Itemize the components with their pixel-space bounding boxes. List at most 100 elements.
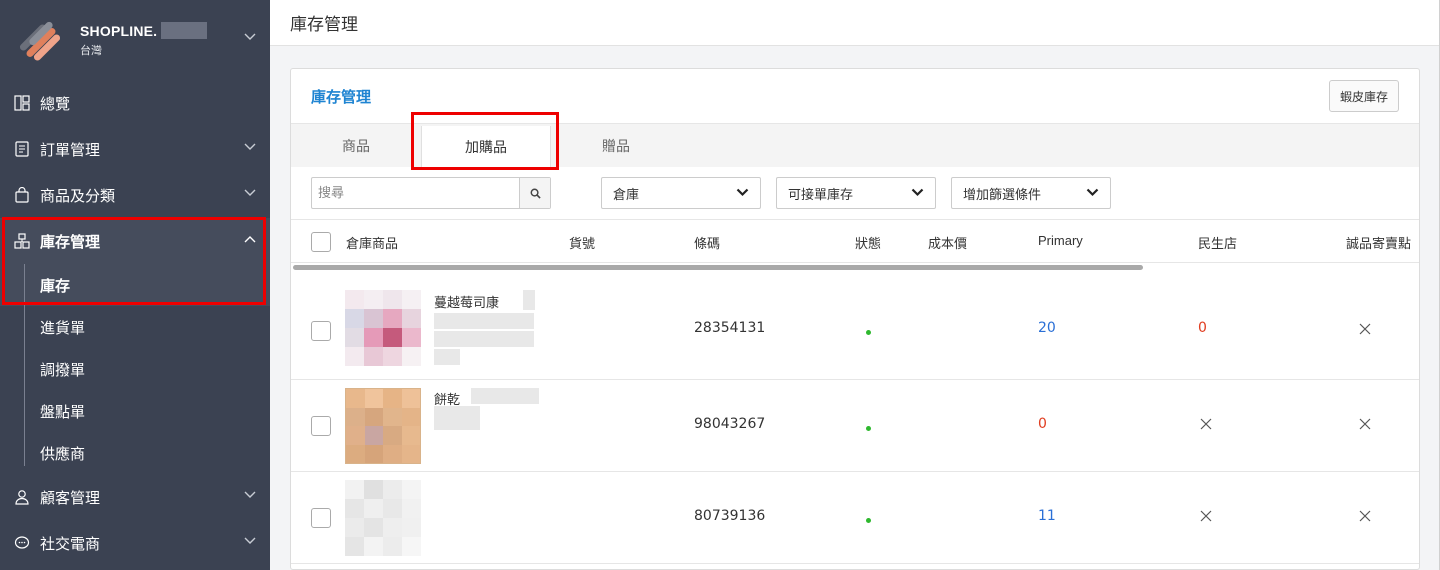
nav-social-commerce[interactable]: 社交電商 bbox=[0, 520, 270, 566]
close-x-icon bbox=[1359, 323, 1371, 335]
chevron-down-icon bbox=[244, 33, 256, 40]
orderable-stock-label: 可接單庫存 bbox=[788, 187, 854, 203]
chevron-down-icon bbox=[1086, 188, 1099, 197]
close-x-icon bbox=[1200, 418, 1212, 430]
primary-stock[interactable]: 20 bbox=[1038, 320, 1056, 336]
nav-stocktake-label: 盤點單 bbox=[40, 402, 86, 421]
filter-bar: 倉庫 可接單庫存 增加篩選條件 bbox=[291, 167, 1419, 219]
nav-purchase-orders[interactable]: 進貨單 bbox=[0, 306, 270, 348]
tab-gifts[interactable]: 贈品 bbox=[571, 124, 661, 168]
inventory-card: 庫存管理 蝦皮庫存 商品 加購品 贈品 倉庫 可接單庫存 bbox=[290, 68, 1420, 570]
table-row: 80739136 11 bbox=[291, 472, 1419, 564]
primary-stock[interactable]: 11 bbox=[1038, 508, 1056, 524]
redacted-text bbox=[434, 331, 534, 347]
column-header[interactable]: 條碼 bbox=[694, 233, 720, 252]
sidebar: SHOPLINE. 台灣 總覽 訂單管理 商品及分類 庫存管理 庫存 進貨單 調… bbox=[0, 0, 270, 570]
warehouse-dropdown-label: 倉庫 bbox=[613, 187, 640, 203]
user-icon bbox=[14, 489, 30, 505]
chevron-down-icon bbox=[244, 143, 256, 150]
nav-transfer-orders[interactable]: 調撥單 bbox=[0, 348, 270, 390]
chevron-down-icon bbox=[244, 491, 256, 498]
product-thumbnail[interactable] bbox=[345, 388, 421, 464]
barcode: 28354131 bbox=[694, 320, 766, 336]
product-name[interactable]: 蔓越莓司康 bbox=[434, 292, 499, 311]
close-x-icon bbox=[1200, 510, 1212, 522]
column-header[interactable]: 倉庫商品 bbox=[346, 233, 398, 252]
redacted-text bbox=[434, 349, 460, 365]
redacted-text bbox=[523, 290, 535, 310]
chevron-down-icon bbox=[244, 189, 256, 196]
card-title: 庫存管理 bbox=[311, 87, 372, 106]
nav-social-label: 社交電商 bbox=[40, 534, 101, 553]
nav-products[interactable]: 商品及分類 bbox=[0, 172, 270, 218]
nav-overview[interactable]: 總覽 bbox=[0, 80, 270, 126]
redacted-text bbox=[434, 313, 534, 329]
row-checkbox[interactable] bbox=[311, 321, 331, 341]
minsheng-stock[interactable]: 0 bbox=[1198, 320, 1207, 336]
nav-products-label: 商品及分類 bbox=[40, 186, 116, 205]
table-header: 倉庫商品 貨號 條碼 狀態 成本價 Primary 民生店 誠品寄賣點 bbox=[291, 219, 1419, 263]
shopee-inventory-button[interactable]: 蝦皮庫存 bbox=[1329, 80, 1399, 112]
product-thumbnail[interactable] bbox=[345, 290, 421, 366]
chevron-down-icon bbox=[911, 188, 924, 197]
primary-stock[interactable]: 0 bbox=[1038, 416, 1047, 432]
search-box bbox=[311, 177, 551, 209]
redacted-text bbox=[434, 406, 480, 422]
product-thumbnail[interactable] bbox=[345, 480, 421, 556]
redacted-text bbox=[471, 388, 539, 404]
select-all-checkbox[interactable] bbox=[311, 232, 331, 252]
status-active-dot bbox=[866, 518, 871, 523]
main-content: 庫存管理 庫存管理 蝦皮庫存 商品 加購品 贈品 倉庫 可接單庫存 bbox=[270, 0, 1440, 570]
column-header[interactable]: 民生店 bbox=[1198, 233, 1237, 252]
highlight-box-inventory bbox=[2, 217, 266, 305]
tab-products[interactable]: 商品 bbox=[311, 124, 401, 168]
bag-icon bbox=[14, 187, 30, 203]
nav-orders-label: 訂單管理 bbox=[40, 140, 101, 159]
column-header[interactable]: Primary bbox=[1038, 233, 1083, 248]
nav-purchase-label: 進貨單 bbox=[40, 318, 86, 337]
row-checkbox[interactable] bbox=[311, 416, 331, 436]
chevron-down-icon bbox=[244, 537, 256, 544]
status-active-dot bbox=[866, 330, 871, 335]
barcode: 98043267 bbox=[694, 416, 766, 432]
chevron-down-icon bbox=[736, 188, 749, 197]
warehouse-dropdown[interactable]: 倉庫 bbox=[601, 177, 761, 209]
redacted-store-suffix bbox=[161, 22, 208, 39]
nav-suppliers-label: 供應商 bbox=[40, 444, 86, 463]
column-header[interactable]: 誠品寄賣點 bbox=[1346, 233, 1411, 252]
chat-icon bbox=[14, 535, 30, 551]
search-button[interactable] bbox=[519, 178, 550, 208]
nav-orders[interactable]: 訂單管理 bbox=[0, 126, 270, 172]
nav-customers-label: 顧客管理 bbox=[40, 488, 101, 507]
table-row: 餅乾 98043267 0 bbox=[291, 380, 1419, 472]
status-active-dot bbox=[866, 426, 871, 431]
column-header[interactable]: 狀態 bbox=[855, 233, 881, 252]
nav-transfer-label: 調撥單 bbox=[40, 360, 86, 379]
barcode: 80739136 bbox=[694, 508, 766, 524]
store-region: 台灣 bbox=[80, 44, 102, 57]
nav-stocktake[interactable]: 盤點單 bbox=[0, 390, 270, 432]
column-header[interactable]: 貨號 bbox=[569, 233, 595, 252]
close-x-icon bbox=[1359, 418, 1371, 430]
nav-suppliers[interactable]: 供應商 bbox=[0, 432, 270, 474]
search-input[interactable] bbox=[312, 178, 519, 208]
dashboard-icon bbox=[14, 95, 30, 111]
add-filter-dropdown[interactable]: 增加篩選條件 bbox=[951, 177, 1111, 209]
page-header: 庫存管理 bbox=[270, 0, 1439, 46]
store-name: SHOPLINE. bbox=[80, 22, 158, 39]
store-logo bbox=[14, 14, 66, 66]
highlight-box-addon-tab bbox=[411, 112, 559, 170]
orderable-stock-dropdown[interactable]: 可接單庫存 bbox=[776, 177, 936, 209]
close-x-icon bbox=[1359, 510, 1371, 522]
store-switcher[interactable]: SHOPLINE. 台灣 bbox=[0, 0, 270, 80]
order-icon bbox=[14, 141, 30, 157]
page-title: 庫存管理 bbox=[290, 15, 358, 35]
nav-overview-label: 總覽 bbox=[40, 94, 71, 113]
nav-customers[interactable]: 顧客管理 bbox=[0, 474, 270, 520]
column-header[interactable]: 成本價 bbox=[928, 233, 967, 252]
table-row: 蔓越莓司康 28354131 20 0 bbox=[291, 263, 1419, 380]
search-icon bbox=[530, 188, 541, 199]
row-checkbox[interactable] bbox=[311, 508, 331, 528]
redacted-text bbox=[434, 422, 480, 430]
add-filter-label: 增加篩選條件 bbox=[963, 187, 1042, 203]
